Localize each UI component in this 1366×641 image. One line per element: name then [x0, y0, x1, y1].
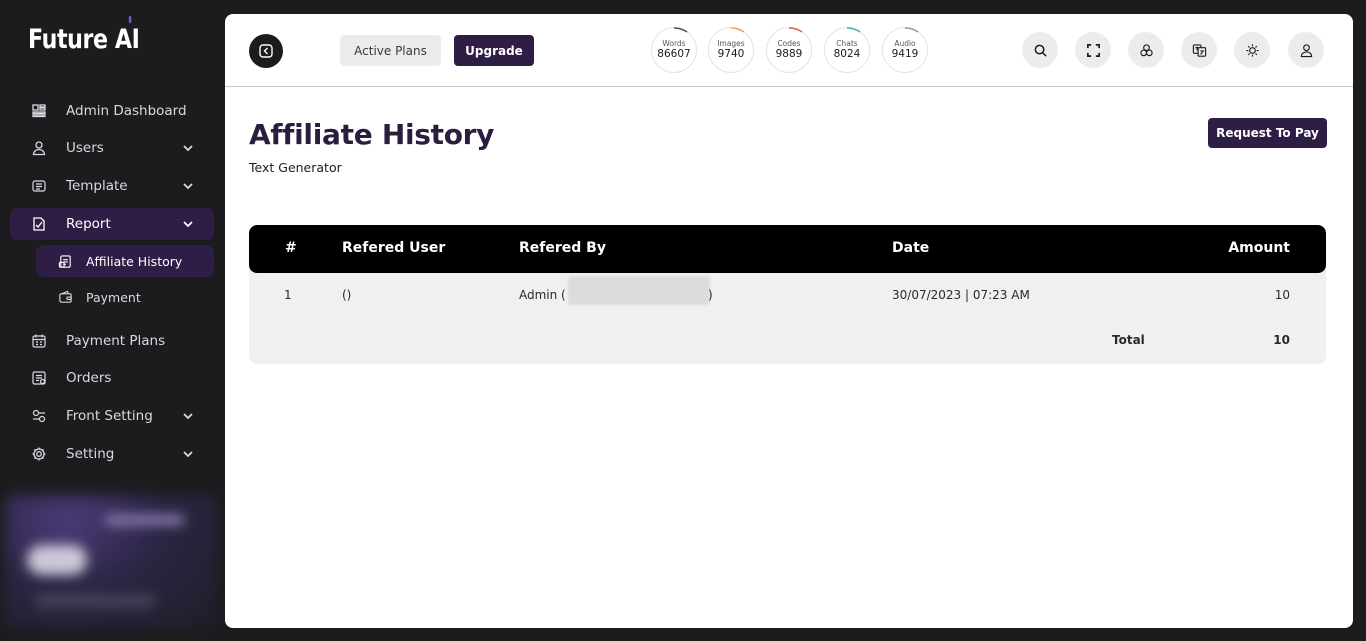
gear-icon [31, 446, 47, 462]
progress-ring [788, 27, 803, 33]
progress-ring [673, 27, 688, 33]
column-header-refered-user: Refered User [342, 240, 446, 256]
apps-icon [1139, 43, 1153, 56]
sidebar-item-label: Report [66, 216, 111, 232]
sidebar-item-users[interactable]: Users [10, 132, 214, 164]
table-row: 1 () Admin ( ) 30/07/2023 | 07:23 AM 10 [249, 273, 1326, 319]
sidebar-item-label: Front Setting [66, 408, 153, 424]
affiliate-history-table: # Refered User Refered By Date Amount 1 … [249, 225, 1326, 364]
orders-icon [31, 370, 47, 386]
sidebar-item-label: Payment Plans [66, 333, 166, 349]
chevron-down-icon[interactable] [182, 180, 194, 192]
sidebar-item-report[interactable]: Report [10, 208, 214, 240]
sidebar-item-admin-dashboard[interactable]: Admin Dashboard [10, 95, 214, 127]
collapse-sidebar-button[interactable] [249, 34, 283, 68]
sidebar-item-template[interactable]: Template [10, 170, 214, 202]
wallet-icon [58, 290, 73, 305]
main-panel: Active Plans Upgrade Words 86607 Images … [225, 14, 1353, 628]
page-title: Affiliate History [249, 118, 495, 151]
request-to-pay-button[interactable]: Request To Pay [1208, 118, 1327, 148]
column-header-amount: Amount [1228, 240, 1290, 256]
theme-toggle-button[interactable] [1234, 32, 1270, 68]
chevron-down-icon[interactable] [182, 142, 194, 154]
column-header-date: Date [892, 240, 930, 256]
sun-icon [1245, 43, 1259, 57]
sidebar-item-setting[interactable]: Setting [10, 438, 214, 470]
stat-audio: Audio 9419 [882, 27, 928, 73]
sidebar-item-label: Users [66, 140, 104, 156]
column-header-index: # [285, 240, 297, 256]
progress-ring [730, 27, 745, 33]
sidebar-item-payment-plans[interactable]: Payment Plans [10, 325, 214, 357]
cell-date: 30/07/2023 | 07:23 AM [892, 288, 1030, 302]
search-button[interactable] [1022, 32, 1058, 68]
sidebar-subitem-label: Payment [86, 289, 141, 305]
logo-text: Future [28, 24, 108, 55]
sidebar-item-label: Orders [66, 370, 112, 386]
sidebar-item-label: Setting [66, 446, 115, 462]
template-icon [31, 178, 47, 194]
logo-text-accent: AI [114, 24, 140, 55]
fullscreen-icon [1086, 43, 1100, 57]
report-icon [31, 216, 47, 232]
sidebar-item-label: Template [66, 178, 128, 194]
stat-chats: Chats 8024 [824, 27, 870, 73]
sidebar-item-label: Admin Dashboard [66, 103, 187, 119]
cell-index: 1 [284, 288, 292, 302]
upgrade-button[interactable]: Upgrade [454, 35, 534, 66]
search-icon [1034, 44, 1047, 57]
dashboard-icon [31, 103, 47, 119]
chevron-down-icon[interactable] [182, 218, 194, 230]
sidebar: Future AI Admin Dashboard Users Template [0, 0, 225, 641]
sidebar-subitem-affiliate-history[interactable]: Affiliate History [36, 245, 214, 277]
active-plans-button[interactable]: Active Plans [340, 35, 441, 66]
chevron-down-icon[interactable] [182, 448, 194, 460]
translate-button[interactable] [1181, 32, 1217, 68]
cell-refered-by-suffix: ) [708, 288, 713, 302]
sidebar-subitem-payment[interactable]: Payment [36, 281, 214, 313]
sidebar-item-orders[interactable]: Orders [10, 362, 214, 394]
cell-amount: 10 [1274, 288, 1290, 302]
stat-words: Words 86607 [651, 27, 697, 73]
table-header: # Refered User Refered By Date Amount [249, 225, 1326, 273]
fullscreen-button[interactable] [1075, 32, 1111, 68]
sidebar-subitem-label: Affiliate History [86, 253, 183, 269]
user-icon [31, 140, 47, 156]
translate-icon [1192, 43, 1206, 57]
column-header-refered-by: Refered By [519, 240, 606, 256]
apps-button[interactable] [1128, 32, 1164, 68]
sidebar-item-front-setting[interactable]: Front Setting [10, 400, 214, 432]
total-value: 10 [1273, 333, 1290, 347]
chevron-down-icon[interactable] [182, 410, 194, 422]
top-bar: Active Plans Upgrade Words 86607 Images … [225, 14, 1353, 87]
redacted-email [568, 276, 710, 305]
progress-ring [904, 27, 919, 33]
stat-images: Images 9740 [708, 27, 754, 73]
sidebar-promo-card-blurred [5, 495, 217, 628]
page-subtitle: Text Generator [249, 160, 342, 175]
app-logo[interactable]: Future AI [28, 24, 140, 55]
stat-codes: Codes 9889 [766, 27, 812, 73]
front-setting-icon [31, 408, 47, 424]
profile-icon [1300, 43, 1312, 57]
progress-ring [846, 27, 861, 33]
chevron-left-icon [259, 44, 273, 58]
table-total-row: Total 10 [249, 319, 1326, 364]
affiliate-icon [58, 254, 73, 269]
calendar-icon [31, 333, 47, 349]
cell-refered-user: () [342, 288, 352, 302]
profile-button[interactable] [1288, 32, 1324, 68]
total-label: Total [1112, 333, 1145, 347]
cell-refered-by-prefix: Admin ( [519, 288, 566, 302]
